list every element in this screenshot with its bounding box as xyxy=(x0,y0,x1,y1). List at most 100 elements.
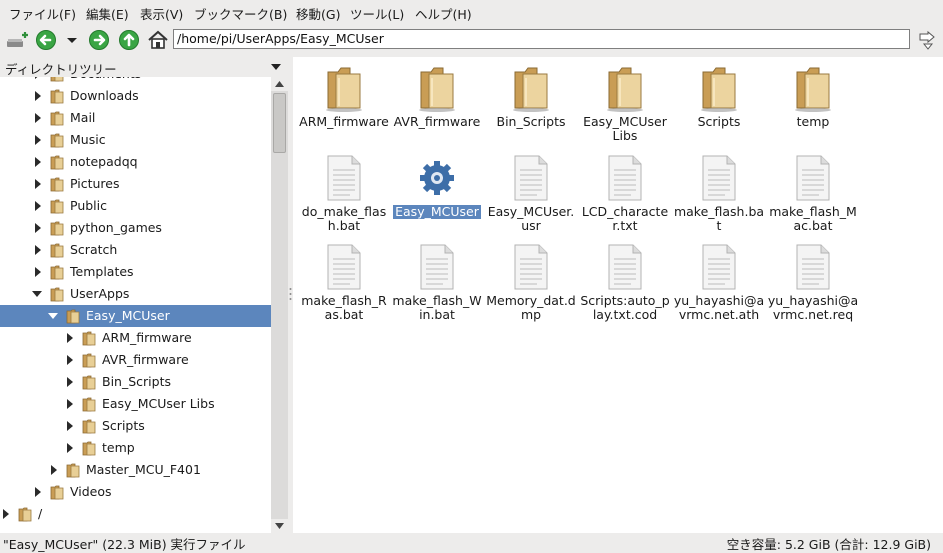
file-item-label: Easy_MCUser xyxy=(393,204,481,219)
directory-tree[interactable]: Documents Downloads Mail Music notepadqq Pict… xyxy=(0,77,271,533)
text-file-icon xyxy=(324,243,364,291)
tree-row[interactable]: Mail xyxy=(0,107,271,129)
tree-row-label: Templates xyxy=(70,264,134,279)
tree-scrollbar[interactable] xyxy=(271,77,288,533)
up-icon[interactable] xyxy=(117,28,141,52)
file-item-label: Easy_MCUser.usr xyxy=(487,204,575,233)
home-icon[interactable] xyxy=(146,28,170,52)
file-item[interactable]: yu_hayashi@avrmc.net.ath xyxy=(673,239,765,327)
expander-open-icon[interactable] xyxy=(32,291,42,297)
file-item[interactable]: make_flash.bat xyxy=(673,150,765,238)
tree-row[interactable]: AVR_firmware xyxy=(0,349,271,371)
folder-item[interactable]: temp xyxy=(767,60,859,148)
menu-bookmarks[interactable]: ブックマーク(B) xyxy=(194,4,287,23)
expander-closed-icon[interactable] xyxy=(35,113,41,123)
folder-icon xyxy=(50,88,65,104)
tree-row[interactable]: python_games xyxy=(0,217,271,239)
file-view[interactable]: ARM_firmware AVR_firmware Bin_Scripts Easy_… xyxy=(293,57,943,533)
expander-closed-icon[interactable] xyxy=(35,267,41,277)
tree-row-label: temp xyxy=(102,440,135,455)
tree-row-label: Downloads xyxy=(70,88,139,103)
expander-closed-icon[interactable] xyxy=(35,135,41,145)
expander-closed-icon[interactable] xyxy=(67,421,73,431)
folder-item[interactable]: Easy_MCUser Libs xyxy=(579,60,671,148)
history-dropdown-icon[interactable] xyxy=(60,28,84,52)
sidebar-header[interactable]: ディレクトリツリー xyxy=(0,57,288,77)
file-item-label: make_flash_Mac.bat xyxy=(769,204,857,233)
text-file-icon xyxy=(511,154,551,202)
tree-row[interactable]: Downloads xyxy=(0,85,271,107)
file-item[interactable]: make_flash_Win.bat xyxy=(391,239,483,327)
tree-row[interactable]: ARM_firmware xyxy=(0,327,271,349)
scroll-thumb[interactable] xyxy=(273,93,286,153)
tree-row[interactable]: temp xyxy=(0,437,271,459)
tree-row[interactable]: Master_MCU_F401 xyxy=(0,459,271,481)
file-item[interactable]: Scripts:auto_play.txt.cod xyxy=(579,239,671,327)
new-tab-icon[interactable] xyxy=(5,28,29,52)
tree-row[interactable]: Scripts xyxy=(0,415,271,437)
expander-closed-icon[interactable] xyxy=(3,509,9,519)
menu-view[interactable]: 表示(V) xyxy=(140,4,183,23)
tree-row[interactable]: notepadqq xyxy=(0,151,271,173)
file-item[interactable]: Easy_MCUser xyxy=(391,150,483,238)
tree-row-label: ARM_firmware xyxy=(102,330,192,345)
file-item[interactable]: LCD_character.txt xyxy=(579,150,671,238)
tree-row[interactable]: Bin_Scripts xyxy=(0,371,271,393)
address-bar[interactable]: /home/pi/UserApps/Easy_MCUser xyxy=(173,29,910,49)
expander-closed-icon[interactable] xyxy=(35,77,41,79)
tree-row[interactable]: Music xyxy=(0,129,271,151)
expander-closed-icon[interactable] xyxy=(35,245,41,255)
scroll-up-button[interactable] xyxy=(271,77,288,91)
expander-closed-icon[interactable] xyxy=(67,443,73,453)
expander-closed-icon[interactable] xyxy=(67,355,73,365)
text-file-icon xyxy=(511,243,551,291)
file-item-label: make_flash_Ras.bat xyxy=(301,293,387,322)
expander-closed-icon[interactable] xyxy=(67,333,73,343)
tree-row[interactable]: UserApps xyxy=(0,283,271,305)
folder-item[interactable]: AVR_firmware xyxy=(391,60,483,148)
expander-closed-icon[interactable] xyxy=(35,487,41,497)
expander-closed-icon[interactable] xyxy=(35,179,41,189)
tree-row[interactable]: Documents xyxy=(0,77,271,85)
expander-closed-icon[interactable] xyxy=(35,223,41,233)
sidebar-mode-dropdown-icon[interactable] xyxy=(270,62,282,72)
menu-tools[interactable]: ツール(L) xyxy=(350,4,404,23)
tree-row[interactable]: Easy_MCUser xyxy=(0,305,271,327)
menu-edit[interactable]: 編集(E) xyxy=(86,4,129,23)
back-icon[interactable] xyxy=(34,28,58,52)
expander-closed-icon[interactable] xyxy=(35,157,41,167)
menu-go[interactable]: 移動(G) xyxy=(296,4,340,23)
tree-row[interactable]: Easy_MCUser Libs xyxy=(0,393,271,415)
folder-icon xyxy=(324,64,364,112)
file-item[interactable]: do_make_flash.bat xyxy=(298,150,390,238)
expander-closed-icon[interactable] xyxy=(35,91,41,101)
file-item[interactable]: Memory_dat.dmp xyxy=(485,239,577,327)
forward-icon[interactable] xyxy=(87,28,111,52)
scroll-down-button[interactable] xyxy=(271,519,288,533)
folder-item[interactable]: Scripts xyxy=(673,60,765,148)
tree-row[interactable]: Videos xyxy=(0,481,271,503)
go-icon[interactable] xyxy=(916,29,940,53)
menu-help[interactable]: ヘルプ(H) xyxy=(415,4,472,23)
tree-row[interactable]: Scratch xyxy=(0,239,271,261)
expander-closed-icon[interactable] xyxy=(51,465,57,475)
menu-bar: ファイル(F) 編集(E) 表示(V) ブックマーク(B) 移動(G) ツール(… xyxy=(0,0,943,24)
tree-row[interactable]: Public xyxy=(0,195,271,217)
tree-row[interactable]: Templates xyxy=(0,261,271,283)
folder-item[interactable]: ARM_firmware xyxy=(298,60,390,148)
tree-row[interactable]: / xyxy=(0,503,271,525)
expander-closed-icon[interactable] xyxy=(67,399,73,409)
executable-gear-icon xyxy=(417,154,457,202)
tree-row[interactable]: Pictures xyxy=(0,173,271,195)
expander-closed-icon[interactable] xyxy=(67,377,73,387)
file-item[interactable]: yu_hayashi@avrmc.net.req xyxy=(767,239,859,327)
file-item-label: make_flash.bat xyxy=(673,204,765,233)
file-item[interactable]: make_flash_Mac.bat xyxy=(767,150,859,238)
file-item[interactable]: Easy_MCUser.usr xyxy=(485,150,577,238)
expander-closed-icon[interactable] xyxy=(35,201,41,211)
expander-open-icon[interactable] xyxy=(48,313,58,319)
file-item[interactable]: make_flash_Ras.bat xyxy=(298,239,390,327)
folder-item[interactable]: Bin_Scripts xyxy=(485,60,577,148)
menu-file[interactable]: ファイル(F) xyxy=(9,4,76,23)
folder-icon xyxy=(50,77,65,82)
